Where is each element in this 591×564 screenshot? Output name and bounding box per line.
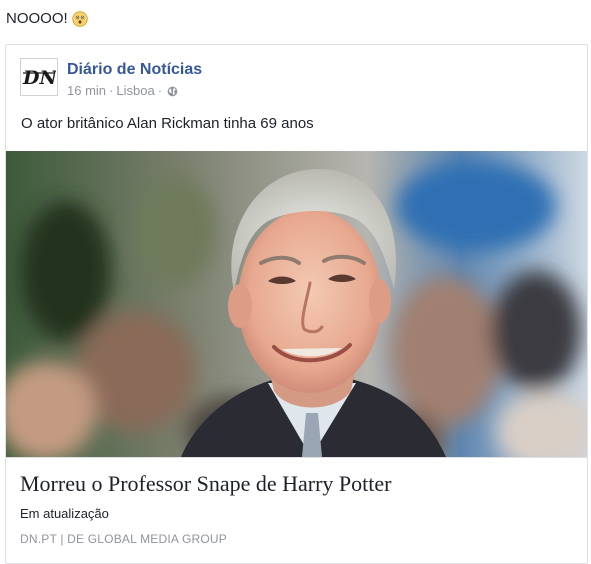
page-logo[interactable]: DN: [20, 58, 58, 96]
link-source: DN.PT | DE GLOBAL MEDIA GROUP: [20, 532, 227, 546]
status-line: NOOOO!: [6, 10, 88, 27]
post-time[interactable]: 16 min: [67, 82, 106, 100]
separator-dot: ·: [109, 83, 114, 98]
separator-dot: ·: [157, 83, 163, 98]
globe-icon[interactable]: [167, 86, 178, 97]
post-location[interactable]: Lisboa: [116, 82, 154, 100]
dn-logo-icon: DN: [22, 67, 56, 88]
post-header: DN Diário de Notícias 16 min · Lisboa ·: [20, 58, 202, 100]
post-subline: 16 min · Lisboa ·: [67, 82, 202, 100]
link-preview-image[interactable]: [6, 151, 588, 457]
svg-text:DN: DN: [22, 67, 56, 88]
link-preview-box[interactable]: Morreu o Professor Snape de Harry Potter…: [6, 457, 587, 563]
astonished-emoji-icon: [71, 10, 88, 27]
post-meta: Diário de Notícias 16 min · Lisboa ·: [67, 60, 202, 100]
link-description: Em atualização: [20, 506, 109, 521]
post-card: DN Diário de Notícias 16 min · Lisboa · …: [5, 44, 588, 564]
status-text: NOOOO!: [6, 10, 68, 27]
post-text: O ator britânico Alan Rickman tinha 69 a…: [21, 115, 314, 132]
page-name-link[interactable]: Diário de Notícias: [67, 60, 202, 80]
link-title[interactable]: Morreu o Professor Snape de Harry Potter: [20, 471, 391, 497]
